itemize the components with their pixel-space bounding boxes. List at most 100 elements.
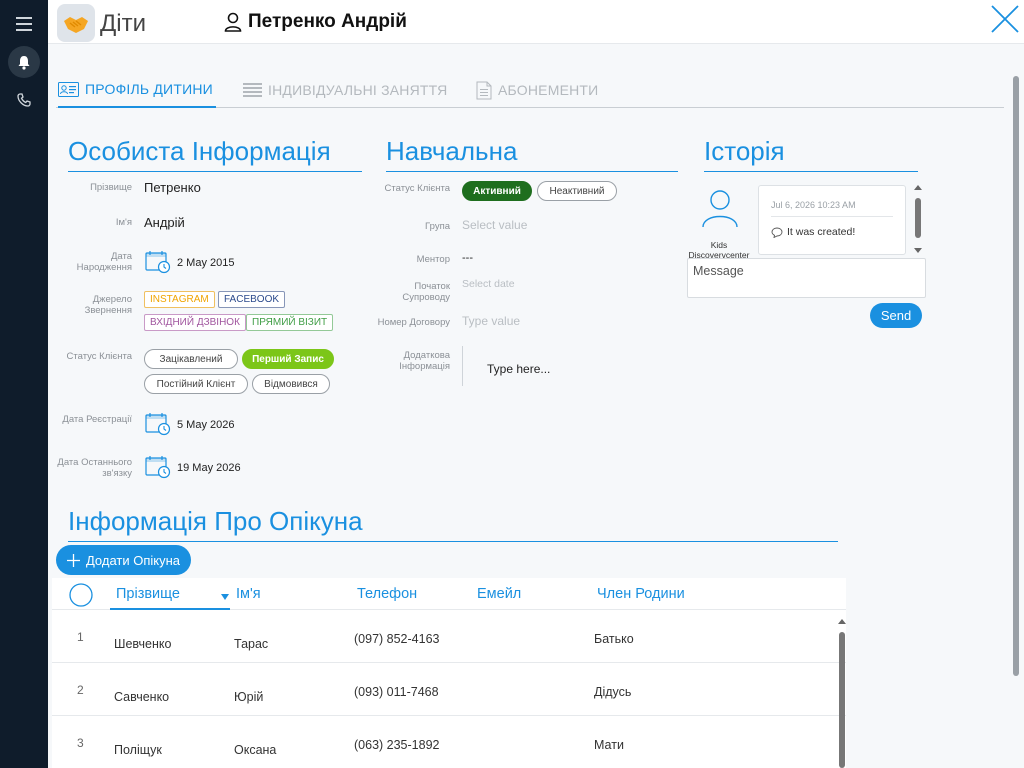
row-index: 1 [77,630,84,644]
last-contact-value: 19 May 2026 [177,462,241,474]
select-all-checkbox[interactable] [69,583,93,607]
column-phone[interactable]: Телефон [357,586,417,602]
calendar-icon[interactable] [145,412,171,436]
row-index: 2 [77,683,84,697]
birth-date-value: 2 May 2015 [177,257,235,269]
column-name[interactable]: Ім'я [236,586,261,602]
row-phone: (097) 852-4163 [354,632,440,646]
history-entry-text-wrap: It was created! [771,226,855,238]
hamburger-icon [16,17,32,31]
status-pill-regular-client[interactable]: Постійний Клієнт [144,374,248,394]
status-pill-first-booking[interactable]: Перший Запис [242,349,334,369]
table-header: Прізвище Ім'я Телефон Емейл Член Родини [52,578,846,610]
user-icon [224,12,242,32]
source-chip-instagram[interactable]: INSTAGRAM [144,291,215,308]
name-value[interactable]: Андрій [144,215,185,230]
table-row[interactable]: 2 Савченко Юрій (093) 011-7468 Дідусь [52,663,846,716]
main-content: ПРОФІЛЬ ДИТИНИ ІНДИВІДУАЛЬНІ ЗАНЯТТЯ АБО… [48,44,1024,768]
birth-date-label: Дата Народження [76,251,132,273]
menu-button[interactable] [8,8,40,40]
list-icon [243,83,262,97]
row-index: 3 [77,736,84,750]
source-label: Джерело Звернення [84,294,132,316]
tab-label: ІНДИВІДУАЛЬНІ ЗАНЯТТЯ [268,82,448,98]
surname-value[interactable]: Петренко [144,180,201,195]
client-status-label: Статус Клієнта [66,351,132,362]
child-name: Петренко Андрій [248,11,407,32]
row-surname: Шевченко [114,637,172,651]
history-scrollbar[interactable] [914,184,922,254]
contract-number-label: Номер Договору [377,317,450,328]
source-chip-incoming-call[interactable]: ВХІДНИЙ ДЗВІНОК [144,314,246,331]
source-chip-facebook[interactable]: FACEBOOK [218,291,286,308]
history-entry-text: It was created! [787,226,856,238]
main-scrollbar[interactable] [1012,56,1020,768]
row-surname: Савченко [114,690,170,704]
table-scrollbar[interactable] [838,618,846,768]
status-pill-refused[interactable]: Відмовився [252,374,330,394]
surname-label: Прізвище [90,182,132,193]
row-relation: Мати [594,738,624,752]
history-title: Історія [704,136,918,172]
additional-info-divider [462,346,463,386]
tab-child-profile[interactable]: ПРОФІЛЬ ДИТИНИ [58,72,216,108]
child-header: Петренко Андрій [224,11,407,33]
phone-icon [17,93,31,107]
contract-number-input[interactable]: Type value [462,314,520,328]
column-email[interactable]: Емейл [477,586,521,602]
history-author: Kids Discovervcenter [688,240,750,260]
table-row[interactable]: 3 Поліщук Оксана (063) 235-1892 Мати [52,716,846,768]
column-family-member[interactable]: Член Родини [597,586,685,602]
id-card-icon [58,81,79,97]
edu-status-label: Статус Клієнта [384,183,450,194]
personal-info-title: Особиста Інформація [68,136,362,172]
row-phone: (093) 011-7468 [354,685,439,699]
additional-info-input[interactable]: Type here... [487,362,550,376]
support-start-label: Початок Супроводу [402,281,450,303]
close-button[interactable] [990,4,1020,34]
profile-tabs: ПРОФІЛЬ ДИТИНИ ІНДИВІДУАЛЬНІ ЗАНЯТТЯ АБО… [56,72,1004,108]
add-guardian-button[interactable]: Додати Опікуна [56,545,191,575]
app-logo [57,4,95,42]
notifications-button[interactable] [8,46,40,78]
add-guardian-label: Додати Опікуна [85,552,181,568]
table-row[interactable]: 1 Шевченко Тарас (097) 852-4163 Батько [52,610,846,663]
group-label: Група [425,221,450,232]
send-button[interactable]: Send [870,303,922,328]
row-name: Тарас [234,637,269,651]
status-pill-interested[interactable]: Зацікавлений [144,349,238,369]
app-title: Діти [100,10,146,37]
name-label: Ім'я [115,217,132,228]
row-name: Оксана [234,743,277,757]
history-entry: Jul 6, 2026 10:23 AM It was created! [758,185,906,255]
source-chip-direct-visit[interactable]: ПРЯМИЙ ВІЗИТ [246,314,334,331]
row-relation: Дідусь [594,685,632,699]
tab-subscriptions[interactable]: АБОНЕМЕНТИ [476,72,598,108]
close-icon [991,5,1019,33]
header: Діти Петренко Андрій [48,0,1024,44]
row-relation: Батько [594,632,634,646]
tab-label: АБОНЕМЕНТИ [498,82,599,98]
left-rail [0,0,48,768]
bell-icon [18,55,30,70]
column-surname[interactable]: Прізвище [116,586,180,602]
comment-icon [771,227,783,238]
group-select[interactable]: Select value [462,218,527,232]
phone-button[interactable] [8,84,40,116]
guardian-info-title: Інформація Про Опікуна [68,506,838,542]
message-input[interactable]: Message [687,258,926,298]
handshake-icon [64,17,88,33]
registration-date-label: Дата Реєстрації [62,414,132,425]
mentor-value[interactable]: --- [462,252,473,264]
tab-individual-lessons[interactable]: ІНДИВІДУАЛЬНІ ЗАНЯТТЯ [243,72,447,108]
guardian-table: Прізвище Ім'я Телефон Емейл Член Родини … [52,578,846,768]
status-pill-inactive[interactable]: Неактивний [537,181,617,201]
status-pill-active[interactable]: Активний [462,181,532,201]
sort-down-icon[interactable] [221,594,229,600]
education-title: Навчальна [386,136,678,172]
support-start-picker[interactable]: Select date [462,278,515,290]
calendar-icon[interactable] [145,250,171,274]
plus-icon [66,553,80,567]
mentor-label: Ментор [416,254,450,265]
calendar-icon[interactable] [145,455,171,479]
